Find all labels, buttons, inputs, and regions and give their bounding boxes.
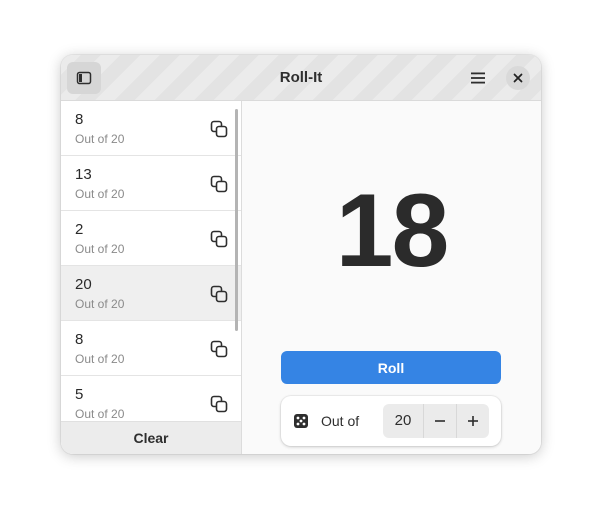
out-of-value-input[interactable]: 20	[383, 404, 423, 438]
increment-button[interactable]	[456, 404, 489, 438]
history-roll-range: Out of 20	[75, 187, 125, 201]
history-roll-range: Out of 20	[75, 407, 125, 421]
copy-icon	[210, 395, 228, 413]
history-roll-range: Out of 20	[75, 132, 125, 146]
history-row[interactable]: 8 Out of 20	[61, 101, 241, 156]
copy-button[interactable]	[209, 339, 229, 359]
history-roll-range: Out of 20	[75, 352, 125, 366]
close-button[interactable]	[506, 66, 530, 90]
history-list[interactable]: 8 Out of 20 13 Out of 20 2 Out of 20 20 …	[61, 101, 241, 421]
history-row[interactable]: 8 Out of 20	[61, 321, 241, 376]
copy-icon	[210, 340, 228, 358]
decrement-button[interactable]	[423, 404, 456, 438]
history-scrollbar[interactable]	[235, 109, 238, 331]
roll-result: 18	[335, 173, 450, 289]
clear-history-button[interactable]: Clear	[61, 421, 241, 454]
copy-icon	[210, 230, 228, 248]
sidebar-toggle-button[interactable]	[67, 62, 101, 94]
history-roll-value: 5	[75, 386, 84, 403]
history-row[interactable]: 2 Out of 20	[61, 211, 241, 266]
minus-icon	[435, 420, 445, 422]
history-row[interactable]: 20 Out of 20	[61, 266, 241, 321]
headerbar: Roll-It	[61, 55, 541, 101]
history-roll-range: Out of 20	[75, 242, 125, 256]
history-roll-value: 13	[75, 166, 92, 183]
copy-icon	[210, 285, 228, 303]
copy-button[interactable]	[209, 174, 229, 194]
dice-icon	[294, 414, 308, 428]
main-content: 18 Roll Out of 20	[242, 101, 541, 454]
close-icon	[513, 73, 523, 83]
hamburger-menu-icon	[471, 72, 485, 84]
copy-icon	[210, 120, 228, 138]
copy-button[interactable]	[209, 284, 229, 304]
app-window: Roll-It 8 Out of 20 13 Out of 20 2 Out o…	[61, 55, 541, 454]
out-of-row: Out of 20	[281, 396, 501, 446]
plus-icon	[468, 416, 478, 426]
history-sidebar: 8 Out of 20 13 Out of 20 2 Out of 20 20 …	[61, 101, 242, 454]
history-roll-range: Out of 20	[75, 297, 125, 311]
copy-button[interactable]	[209, 394, 229, 414]
roll-button[interactable]: Roll	[281, 351, 501, 384]
copy-button[interactable]	[209, 229, 229, 249]
copy-button[interactable]	[209, 119, 229, 139]
copy-icon	[210, 175, 228, 193]
history-roll-value: 20	[75, 276, 92, 293]
history-row[interactable]: 13 Out of 20	[61, 156, 241, 211]
out-of-spinbutton[interactable]: 20	[383, 404, 489, 438]
history-roll-value: 2	[75, 221, 84, 238]
history-roll-value: 8	[75, 331, 84, 348]
sidebar-show-icon	[76, 71, 92, 85]
history-roll-value: 8	[75, 111, 84, 128]
out-of-label: Out of	[321, 413, 360, 429]
history-row[interactable]: 5 Out of 20	[61, 376, 241, 421]
main-menu-button[interactable]	[461, 62, 495, 94]
